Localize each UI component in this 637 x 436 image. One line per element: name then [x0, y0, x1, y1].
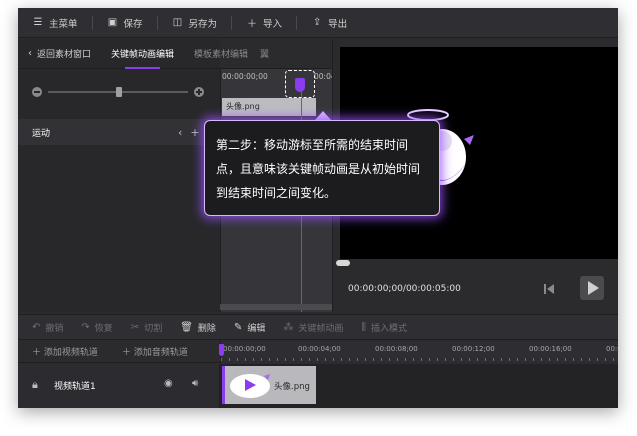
play-button[interactable] — [580, 276, 604, 300]
eye-icon[interactable]: ◉ — [164, 378, 173, 389]
zoom-in-icon[interactable] — [194, 87, 204, 97]
previous-frame-icon[interactable] — [542, 282, 556, 296]
add-audio-track-button[interactable]: ＋ 添加音频轨道 — [122, 345, 188, 358]
timeline-tick: 00:00:12;00 — [452, 345, 495, 353]
tab-template-edit[interactable]: 模板素材编辑 — [184, 39, 258, 69]
plus-icon: ＋ — [32, 348, 44, 358]
video-track-header: 🔒︎ 视频轨道1 ◉ 🔊︎ — [18, 364, 220, 408]
plus-icon: ＋ — [247, 19, 258, 30]
trash-icon: 🗑 — [180, 321, 193, 333]
export-label: 导出 — [328, 18, 348, 30]
tutorial-tooltip: 第二步：移动游标至所需的结束时间点，且意味该关键帧动画是从初始时间到结束时间之间… — [204, 120, 440, 216]
lock-icon[interactable]: 🔒︎ — [32, 378, 38, 392]
tab-keyframe-label: 关键帧动画编辑 — [111, 50, 175, 60]
import-button[interactable]: ＋ 导入 — [232, 8, 296, 38]
keyframe-icon: ⁂ — [283, 321, 294, 333]
add-keyframe-icon[interactable]: + — [190, 126, 199, 139]
redo-button[interactable]: ↷ 恢复 — [72, 321, 121, 334]
clip-thumbnail-icon — [230, 374, 270, 398]
preview-timecode: 00:00:00;00/00:00:05:00 — [348, 284, 461, 294]
undo-button[interactable]: ↶ 撤销 — [18, 321, 72, 334]
timeline-tick: 00:00:08;00 — [375, 345, 418, 353]
export-icon: ⇪ — [312, 17, 322, 28]
delete-label: 删除 — [197, 323, 216, 334]
edit-button[interactable]: ✎ 编辑 — [225, 321, 274, 334]
save-as-button[interactable]: ◫ 另存为 — [158, 8, 232, 38]
edit-label: 编辑 — [247, 323, 266, 334]
add-video-track-button[interactable]: ＋ 添加视频轨道 — [32, 345, 98, 358]
cut-label: 切割 — [144, 323, 163, 334]
cut-button[interactable]: ✂ 切割 — [122, 321, 171, 334]
panel-tabs: ‹ 返回素材窗口 关键帧动画编辑 模板素材编辑 翼 — [18, 39, 338, 69]
keyframe-clip-name: 头像.png — [226, 102, 260, 111]
edit-toolbar: ↶ 撤销 ↷ 恢复 ✂ 切割 🗑 删除 ✎ 编辑 ⁂ 关键帧动画 ⫼ 插入模式 — [18, 314, 618, 340]
insert-mode-button[interactable]: ⫼ 插入模式 — [352, 321, 416, 334]
tab-template-label: 模板素材编辑 — [194, 50, 249, 60]
tooltip-text: 第二步：移动游标至所需的结束时间点，且意味该关键帧动画是从初始时间到结束时间之间… — [216, 138, 421, 200]
timeline-tick: 00:00:16;00 — [529, 345, 572, 353]
pencil-icon: ✎ — [233, 321, 243, 333]
keyframe-animation-button[interactable]: ⁂ 关键帧动画 — [274, 321, 352, 334]
tab-more-label: 翼 — [260, 50, 270, 60]
tab-more[interactable]: 翼 — [258, 39, 271, 69]
redo-label: 恢复 — [94, 323, 113, 334]
redo-icon: ↷ — [81, 321, 90, 333]
motion-property-row[interactable]: 运动 ‹ + › — [18, 119, 220, 145]
preview-progress[interactable] — [336, 260, 618, 266]
back-label: 返回素材窗口 — [37, 50, 92, 60]
import-label: 导入 — [263, 18, 283, 30]
main-menu-label: 主菜单 — [49, 18, 78, 30]
save-as-label: 另存为 — [188, 18, 218, 30]
prev-keyframe-icon[interactable]: ‹ — [178, 126, 182, 139]
save-button[interactable]: ▣ 保存 — [93, 8, 157, 38]
volume-icon[interactable]: 🔊︎ — [192, 378, 198, 389]
save-icon: ▣ — [107, 17, 118, 28]
zoom-slider[interactable] — [18, 83, 220, 103]
save-label: 保存 — [123, 18, 143, 30]
video-editor-window: ☰ 主菜单 ▣ 保存 ◫ 另存为 ＋ 导入 ⇪ 导出 ‹ 返回素材窗口 关键帧动… — [18, 8, 618, 408]
keyframe-animation-label: 关键帧动画 — [298, 323, 344, 334]
menu-icon: ☰ — [33, 17, 43, 28]
clip-name: 头像.png — [274, 382, 310, 392]
zoom-out-icon[interactable] — [32, 87, 42, 97]
play-icon — [588, 281, 599, 295]
main-menu-button[interactable]: ☰ 主菜单 — [18, 8, 92, 38]
export-button[interactable]: ⇪ 导出 — [297, 8, 361, 38]
chevron-left-icon: ‹ — [28, 48, 32, 59]
top-toolbar: ☰ 主菜单 ▣ 保存 ◫ 另存为 ＋ 导入 ⇪ 导出 — [18, 8, 618, 38]
motion-label: 运动 — [32, 128, 51, 139]
delete-button[interactable]: 🗑 删除 — [171, 321, 225, 334]
ruler-ticks — [221, 358, 618, 361]
track-name: 视频轨道1 — [54, 382, 96, 392]
zoom-thumb[interactable] — [116, 87, 122, 97]
preview-progress-knob[interactable] — [336, 260, 350, 266]
save-as-icon: ◫ — [172, 17, 183, 28]
undo-label: 撤销 — [45, 323, 64, 334]
tooltip-arrow — [315, 111, 331, 120]
timeline-ruler[interactable]: 00:00:00;00 00:00:04;00 00:00:08;00 00:0… — [220, 341, 618, 363]
back-to-material-button[interactable]: ‹ 返回素材窗口 — [18, 39, 101, 69]
scissors-icon: ✂ — [130, 321, 140, 333]
plus-icon: ＋ — [122, 348, 134, 358]
keyframe-playhead[interactable] — [295, 78, 305, 92]
keyframe-panel: ‹ 返回素材窗口 关键帧动画编辑 模板素材编辑 翼 运动 ‹ + › — [18, 39, 338, 312]
timeline-tick: 00:00:20;00 — [606, 345, 618, 353]
timeline-tick: 00:00:00;00 — [223, 345, 266, 353]
insert-mode-label: 插入模式 — [370, 323, 407, 334]
tab-keyframe-edit[interactable]: 关键帧动画编辑 — [101, 39, 184, 69]
keyframe-time-start: 00:00:00;00 — [222, 72, 268, 81]
timeline-playhead[interactable] — [219, 344, 224, 356]
insert-mode-icon: ⫼ — [361, 321, 366, 333]
add-audio-track-label: 添加音频轨道 — [133, 348, 188, 358]
timeline-tick: 00:00:04;00 — [298, 345, 341, 353]
add-video-track-label: 添加视频轨道 — [43, 348, 98, 358]
keyframe-scrollbar[interactable] — [220, 304, 332, 310]
undo-icon: ↶ — [32, 321, 41, 333]
